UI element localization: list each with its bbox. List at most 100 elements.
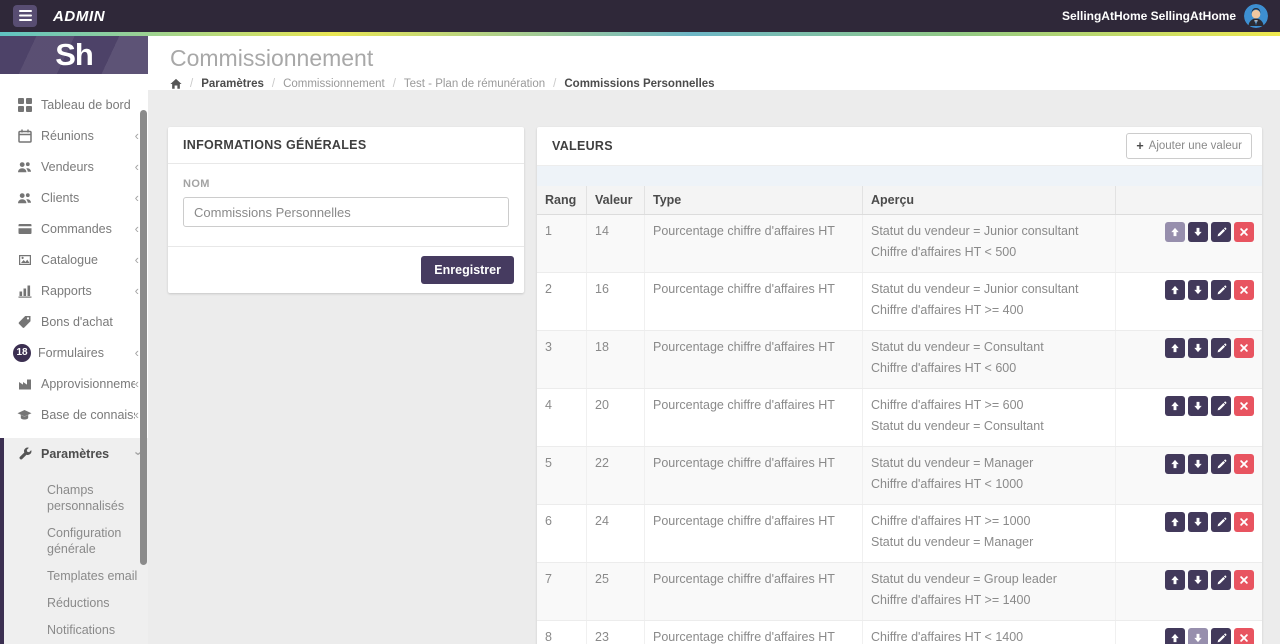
move-up-button[interactable] [1165,222,1185,242]
sidebar-subitem-notifications[interactable]: Notifications [4,617,148,644]
arrow-up-icon [1169,574,1181,586]
apercu-line: Statut du vendeur = Junior consultant [871,224,1079,238]
edit-button[interactable] [1211,512,1231,532]
move-up-button[interactable] [1165,396,1185,416]
cell-rang: 8 [537,621,587,644]
move-down-button[interactable] [1188,454,1208,474]
nom-input[interactable] [183,197,509,227]
values-card-title: VALEURS [552,139,613,153]
move-up-button[interactable] [1165,628,1185,644]
hamburger-menu-button[interactable] [13,5,37,27]
sidebar-item-reunions[interactable]: Réunions ‹ [0,120,148,151]
delete-button[interactable] [1234,222,1254,242]
delete-button[interactable] [1234,338,1254,358]
sidebar-item-tableau-de-bord[interactable]: Tableau de bord [0,89,148,120]
bar-chart-icon [17,283,32,298]
add-value-button[interactable]: + Ajouter une valeur [1126,133,1252,159]
edit-button[interactable] [1211,280,1231,300]
cell-type: Pourcentage chiffre d'affaires HT [645,447,863,504]
table-row: 4 20 Pourcentage chiffre d'affaires HT Chif… [537,389,1262,447]
breadcrumb-separator: / [392,78,396,90]
sidebar-subitem-reductions[interactable]: Réductions [4,590,148,617]
arrow-up-icon [1169,342,1181,354]
sidebar-item-formulaires[interactable]: 18 Formulaires ‹ [0,337,148,368]
save-button[interactable]: Enregistrer [421,256,514,284]
move-up-button[interactable] [1165,338,1185,358]
edit-button[interactable] [1211,396,1231,416]
move-down-button[interactable] [1188,628,1208,644]
sidebar-item-approvisionnement[interactable]: Approvisionnement‹ [0,368,148,399]
sidebar-subitem-champs-personnalises[interactable]: Champs personnalisés [4,477,148,520]
edit-button[interactable] [1211,222,1231,242]
edit-button[interactable] [1211,570,1231,590]
pencil-icon [1216,633,1227,644]
sidebar-scrollbar[interactable] [140,110,147,565]
delete-button[interactable] [1234,280,1254,300]
delete-button[interactable] [1234,512,1254,532]
arrow-down-icon [1192,574,1204,586]
pencil-icon [1216,575,1227,586]
edit-button[interactable] [1211,338,1231,358]
cell-apercu: Statut du vendeur = Junior consultant Chi… [863,273,1116,330]
close-icon [1239,343,1249,353]
delete-button[interactable] [1234,454,1254,474]
sidebar-item-catalogue[interactable]: Catalogue ‹ [0,244,148,275]
arrow-up-icon [1169,226,1181,238]
sidebar-subitem-templates-email[interactable]: Templates email [4,563,148,590]
close-icon [1239,517,1249,527]
sidebar-item-clients[interactable]: Clients ‹ [0,182,148,213]
sidebar-item-vendeurs[interactable]: Vendeurs ‹ [0,151,148,182]
edit-button[interactable] [1211,454,1231,474]
breadcrumb-item[interactable]: Paramètres [201,78,264,90]
arrow-up-icon [1169,516,1181,528]
arrow-up-icon [1169,284,1181,296]
move-up-button[interactable] [1165,570,1185,590]
pencil-icon [1216,343,1227,354]
move-up-button[interactable] [1165,454,1185,474]
move-down-button[interactable] [1188,338,1208,358]
cell-rang: 5 [537,447,587,504]
pencil-icon [1216,401,1227,412]
wrench-icon [17,446,32,461]
sidebar-item-base-de-connaissances[interactable]: Base de connaissances‹ [0,399,148,430]
move-up-button[interactable] [1165,280,1185,300]
sidebar-item-commandes[interactable]: Commandes ‹ [0,213,148,244]
move-down-button[interactable] [1188,570,1208,590]
cell-actions [1116,215,1262,272]
breadcrumb-item[interactable]: Commissionnement [283,78,385,90]
breadcrumb-item[interactable]: Commissions Personnelles [564,78,714,90]
breadcrumb-item[interactable]: Test - Plan de rémunération [404,78,545,90]
edit-button[interactable] [1211,628,1231,644]
graduation-cap-icon [17,407,32,422]
close-icon [1239,459,1249,469]
sidebar-item-label: Bons d'achat [41,314,113,329]
top-bar: ADMIN SellingAtHome SellingAtHome [0,0,1280,32]
cell-rang: 2 [537,273,587,330]
move-down-button[interactable] [1188,222,1208,242]
move-down-button[interactable] [1188,280,1208,300]
sidebar-item-bons-d-achat[interactable]: Bons d'achat [0,306,148,337]
home-icon[interactable] [170,78,182,90]
delete-button[interactable] [1234,628,1254,644]
move-up-button[interactable] [1165,512,1185,532]
move-down-button[interactable] [1188,512,1208,532]
sidebar-item-label: Vendeurs [41,159,94,174]
apercu-line: Statut du vendeur = Consultant [871,340,1044,354]
cell-apercu: Chiffre d'affaires HT >= 600 Statut du ve… [863,389,1116,446]
sidebar-item-rapports[interactable]: Rapports ‹ [0,275,148,306]
delete-button[interactable] [1234,396,1254,416]
chevron-left-icon: ‹ [134,128,139,143]
avatar[interactable] [1244,4,1268,28]
move-down-button[interactable] [1188,396,1208,416]
close-icon [1239,285,1249,295]
sidebar-item-parametres[interactable]: Paramètres ‹ [4,438,148,469]
company-logo[interactable]: Sh [0,36,148,74]
user-menu[interactable]: SellingAtHome SellingAtHome [1062,9,1236,23]
sidebar-subitem-configuration-generale[interactable]: Configuration générale [4,520,148,563]
grid-icon [17,97,32,112]
sidebar-item-label: Clients [41,190,80,205]
table-row: 5 22 Pourcentage chiffre d'affaires HT Stat… [537,447,1262,505]
cell-actions [1116,273,1262,330]
sidebar-item-label: Approvisionnement [41,376,135,391]
delete-button[interactable] [1234,570,1254,590]
